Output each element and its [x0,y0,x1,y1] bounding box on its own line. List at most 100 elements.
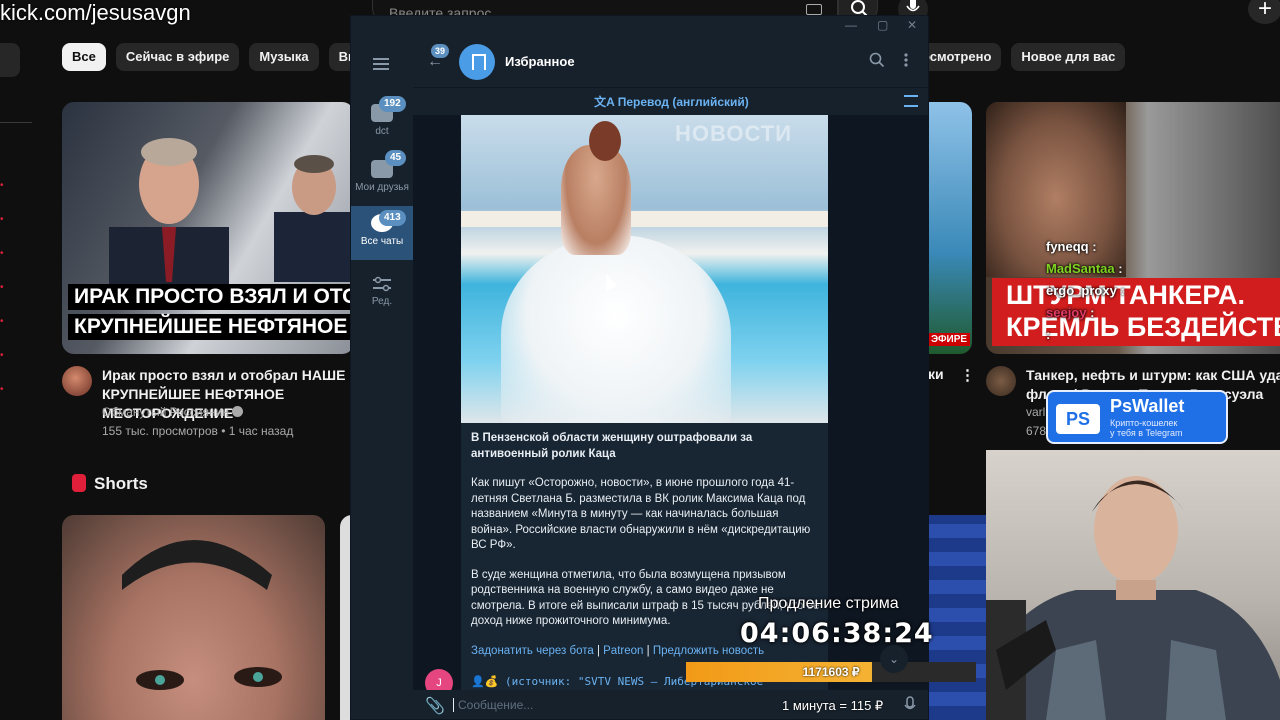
chat-message: fyneqq : [1046,236,1125,258]
chip-all[interactable]: Все [62,43,106,71]
saved-messages-avatar[interactable] [459,44,495,80]
menu-icon[interactable] [373,58,389,70]
chat-text: : [1046,327,1051,342]
donate-link[interactable]: Задонатить через бота [471,645,594,657]
message-input[interactable]: Сообщение... [453,698,533,712]
telegram-window: — ▢ ✕ dct 192 Мои друзья 45 Все чаты 413 [350,15,929,720]
folder-all-chats[interactable]: Все чаты 413 [351,206,413,260]
translate-text[interactable]: Перевод (английский) [618,95,749,109]
channel-avatar-4[interactable] [986,366,1016,396]
live-dot-icon: • [0,180,4,191]
short-face [122,540,282,690]
unread-badge: 192 [379,96,406,112]
chat-message: : [1046,324,1125,346]
back-unread-badge: 39 [431,44,450,58]
chat-message: ergo_proxy : [1046,280,1125,302]
pswallet-tagline-line: Крипто-кошелек [1110,418,1178,428]
stream-extend-label: Продление стрима [758,595,899,612]
video-thumbnail-4[interactable]: ШТУРМ ТАНКЕРА. КРЕМЛЬ БЕЗДЕЙСТВ [986,102,1280,354]
patreon-link[interactable]: Patreon [603,645,643,657]
photo-pool-edge [461,211,828,227]
channel-name[interactable]: Обманутый Россиянин [102,405,243,419]
stream-chat: fyneqq : MadSantaa : ergo_proxy : seejoy… [1046,236,1125,346]
minimize-button[interactable]: — [845,18,857,32]
scroll-down-icon[interactable]: ⌄ [880,645,908,673]
photo-watermark: НОВОСТИ [675,121,793,146]
filter-chips: Все Сейчас в эфире Музыка Видео [62,43,390,71]
more-vertical-icon[interactable] [903,52,909,68]
short-thumbnail[interactable] [62,515,325,720]
message-photo[interactable]: НОВОСТИ [461,115,828,423]
pswallet-logo: PS [1056,404,1100,434]
pswallet-name: PsWallet [1110,396,1185,416]
paperclip-icon[interactable]: 📎 [425,696,445,716]
photo-dress [501,235,731,423]
thumbnail-person-2 [274,155,354,282]
video-thumbnail[interactable]: ИРАК ПРОСТО ВЗЯЛ И ОТОБРАЛ КРУПНЕЙШЕЕ НЕ… [62,102,354,354]
channel-avatar[interactable] [62,366,92,396]
live-dot-icon: • [0,316,4,327]
chat-title[interactable]: Избранное [505,54,575,69]
thumbnail-caption: КРУПНЕЙШЕЕ НЕФТЯНОЕ МЕСТ [68,314,354,340]
chat-username: seejoy [1046,305,1087,320]
create-button[interactable]: + [1248,0,1280,24]
sidebar-stub[interactable] [0,43,20,77]
thumbnail-caption: ИРАК ПРОСТО ВЗЯЛ И ОТОБРАЛ [68,284,354,310]
channel-name-4[interactable]: varl [1026,405,1045,419]
donation-amount: 1171603 ₽ [802,665,860,679]
chat-username: ergo_proxy [1046,283,1117,298]
video-title-3[interactable]: ки [928,366,944,382]
video-thumbnail-3[interactable]: ЭФИРЕ [928,102,972,354]
pswallet-tagline-line: у тебя в Telegram [1110,428,1183,438]
translate-label[interactable]: 文A Перевод (английский) [413,93,928,110]
unread-badge: 413 [379,210,406,226]
folder-edit[interactable]: Ред. [351,270,413,316]
stream-url: kick.com/jesusavgn [0,0,191,25]
sender-avatar[interactable]: J [425,669,453,690]
thumbnail-banner: ШТУРМ ТАНКЕРА. КРЕМЛЬ БЕЗДЕЙСТВ [992,278,1280,346]
maximize-button[interactable]: ▢ [877,18,888,32]
chat-message: seejoy : [1046,302,1125,324]
message-paragraph: Как пишут «Осторожно, новости», в июне п… [471,477,811,551]
folder-label: Все чаты [360,236,404,247]
folder-label: Ред. [371,296,393,307]
pswallet-banner: PS PsWallet Крипто-кошелек у тебя в Teleg… [1046,390,1228,444]
shorts-header: Shorts [72,474,148,494]
video-meta-4: 678 [1026,424,1047,438]
folder-dct[interactable]: dct 192 [351,96,413,150]
streamer-figure [986,476,1280,720]
sidebar-divider [0,122,32,123]
filter-chips-right: осмотрено Новое для вас [918,43,1126,71]
settings-sliders-icon[interactable] [904,95,918,107]
thumbnail-person [109,138,229,292]
chip-live[interactable]: Сейчас в эфире [115,43,240,71]
live-badge: ЭФИРЕ [928,333,971,346]
translate-bar[interactable]: 文A Перевод (английский) [413,89,928,115]
chip-watched[interactable]: осмотрено [918,43,1002,71]
live-dot-icon: • [0,214,4,225]
live-dot-icon: • [0,248,4,259]
chip-music[interactable]: Музыка [249,43,319,71]
shorts-label: Shorts [94,474,148,493]
message-links: Задонатить через бота | Patreon | Предло… [471,645,765,657]
microphone-icon[interactable] [904,696,916,714]
folder-label: Мои друзья [355,182,409,193]
thumbnail-banner-text: ШТУРМ ТАНКЕРА. [1006,280,1245,310]
more-icon[interactable]: ⋮ [960,366,975,384]
keyboard-icon[interactable] [806,4,822,15]
channel-name-text[interactable]: Обманутый Россиянин [102,405,229,419]
search-icon[interactable] [869,52,885,68]
video-title-line[interactable]: Танкер, нефть и штурм: как США удари [1026,366,1280,385]
donation-rate: 1 минута = 115 ₽ [782,698,884,713]
chat-username: fyneqq [1046,239,1089,254]
chat-text: : [1120,283,1125,298]
folder-label: dct [375,126,389,137]
folder-friends[interactable]: Мои друзья 45 [351,150,413,206]
chat-text: : [1118,261,1123,276]
chat-header: ← 39 Избранное [413,38,928,88]
chat-message: MadSantaa : [1046,258,1125,280]
background-flag [928,515,986,720]
close-button[interactable]: ✕ [907,18,917,32]
chip-new-for-you[interactable]: Новое для вас [1011,43,1126,71]
shorts-icon [72,474,86,492]
